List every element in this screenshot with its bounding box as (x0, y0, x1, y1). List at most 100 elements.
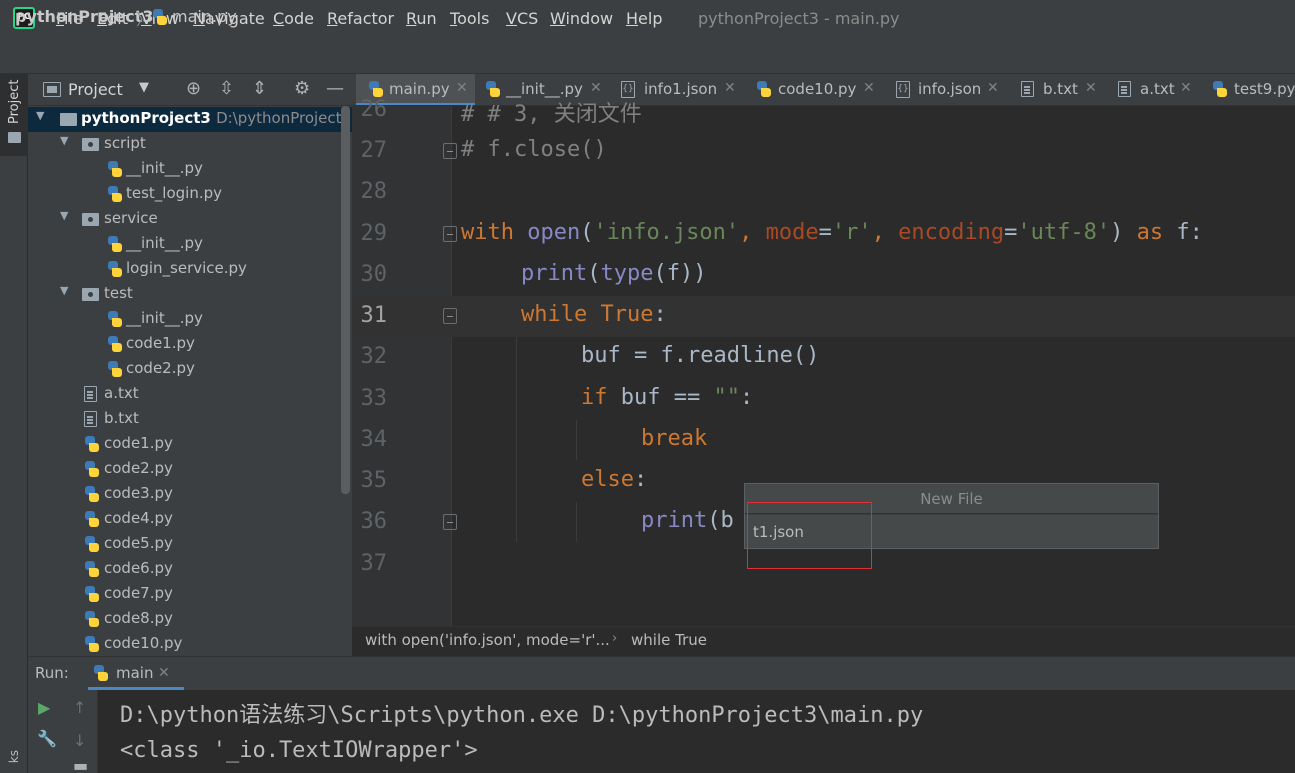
wrench-icon[interactable]: 🔧 (37, 729, 57, 748)
folder-icon (8, 132, 21, 143)
menu-run[interactable]: Run (406, 9, 437, 28)
tree-file[interactable]: a.txt (28, 382, 352, 407)
python-file-icon (107, 311, 123, 327)
python-file-icon (93, 665, 109, 681)
line-number: 35 (360, 468, 388, 493)
close-icon[interactable]: ✕ (158, 665, 170, 681)
tree-file[interactable]: __init__.py (28, 232, 352, 257)
project-tool-window-label[interactable]: Project (7, 80, 22, 124)
close-icon[interactable]: ✕ (1085, 80, 1097, 96)
menu-vcs[interactable]: VCS (506, 9, 538, 28)
tab-info-json[interactable]: {} info.json ✕ (884, 74, 1009, 105)
tree-root-path: D:\pythonProject3 (216, 109, 352, 127)
breadcrumb-file[interactable]: main.py (172, 7, 237, 26)
collapse-all-icon[interactable]: ⇕ (252, 78, 267, 99)
arrow-down-icon[interactable]: ↓ (73, 731, 86, 750)
arrow-up-icon[interactable]: ↑ (73, 698, 86, 717)
tree-item-label: code2.py (104, 459, 173, 477)
tree-file[interactable]: __init__.py (28, 307, 352, 332)
close-icon[interactable]: ✕ (724, 80, 736, 96)
fold-marker-icon[interactable] (443, 308, 457, 324)
navigation-bar (0, 38, 1295, 74)
chevron-down-icon[interactable]: ▼ (36, 109, 44, 122)
menu-refactor[interactable]: Refactor (327, 9, 394, 28)
tree-file[interactable]: code10.py (28, 632, 352, 656)
chevron-down-icon[interactable]: ▼ (139, 80, 149, 95)
code-line-34: break (641, 426, 708, 451)
close-icon[interactable]: ✕ (863, 80, 875, 96)
tree-root-project[interactable]: ▼ pythonProject3 D:\pythonProject3 (28, 107, 352, 132)
package-folder-icon (82, 138, 99, 151)
menu-window[interactable]: Window (550, 9, 613, 28)
tree-folder-service[interactable]: ▼ service (28, 207, 352, 232)
breadcrumb-project[interactable]: pythonProject3 (15, 7, 154, 26)
breadcrumb-separator: 〉 (136, 10, 153, 29)
code-line-31: while True: (521, 302, 667, 327)
tree-folder-test[interactable]: ▼ test (28, 282, 352, 307)
locate-file-icon[interactable]: ⊕ (186, 78, 201, 99)
chevron-down-icon[interactable]: ▼ (60, 134, 68, 147)
tree-item-label: __init__.py (126, 159, 203, 177)
tree-file[interactable]: code2.py (28, 357, 352, 382)
code-line-29: with open('info.json', mode='r', encodin… (461, 220, 1203, 245)
tree-folder-script[interactable]: ▼ script (28, 132, 352, 157)
tab-b-txt[interactable]: b.txt ✕ (1009, 74, 1106, 105)
fold-marker-icon[interactable] (443, 514, 457, 530)
tree-file[interactable]: b.txt (28, 407, 352, 432)
tree-file[interactable]: code1.py (28, 332, 352, 357)
python-file-icon (107, 236, 123, 252)
project-view-selector[interactable]: Project (68, 80, 123, 99)
hide-panel-icon[interactable]: — (326, 78, 344, 99)
tab-code10-py[interactable]: code10.py ✕ (746, 74, 884, 105)
tree-file[interactable]: code2.py (28, 457, 352, 482)
tree-file[interactable]: login_service.py (28, 257, 352, 282)
expand-all-icon[interactable]: ⇳ (219, 78, 234, 99)
tree-file[interactable]: code3.py (28, 482, 352, 507)
chevron-down-icon[interactable]: ▼ (60, 209, 68, 222)
indent-guide (516, 337, 517, 542)
tree-file[interactable]: test_login.py (28, 182, 352, 207)
breadcrumb-scope[interactable]: while True (631, 631, 707, 649)
package-folder-icon (82, 288, 99, 301)
rerun-icon[interactable]: ▶ (38, 698, 50, 717)
soft-wrap-icon[interactable]: ▬ (73, 756, 88, 773)
tree-file[interactable]: code4.py (28, 507, 352, 532)
chevron-down-icon[interactable]: ▼ (60, 284, 68, 297)
folder-icon (60, 113, 77, 126)
tree-file[interactable]: code8.py (28, 607, 352, 632)
close-icon[interactable]: ✕ (1180, 80, 1192, 96)
new-file-name-input[interactable] (745, 515, 1158, 548)
project-tree-scrollbar[interactable] (341, 106, 350, 494)
tree-item-label: test_login.py (126, 184, 223, 202)
fold-marker-icon[interactable] (443, 143, 457, 159)
tree-file[interactable]: code6.py (28, 557, 352, 582)
tab-test9-py[interactable]: test9.py (1203, 74, 1295, 105)
json-file-icon: {} (896, 81, 910, 98)
python-file-icon (107, 336, 123, 352)
tree-file[interactable]: __init__.py (28, 157, 352, 182)
line-number: 32 (360, 344, 388, 369)
code-line-32: buf = f.readline() (581, 343, 820, 368)
breadcrumb-context[interactable]: with open('info.json', mode='r'... (365, 631, 610, 649)
close-icon[interactable]: ✕ (590, 80, 602, 96)
bookmarks-tool-window-label[interactable]: ks (7, 750, 21, 763)
fold-marker-icon[interactable] (443, 226, 457, 242)
new-file-title: New File (745, 484, 1158, 514)
project-tree: ▼ pythonProject3 D:\pythonProject3 ▼ scr… (28, 106, 352, 656)
tab-label: test9.py (1234, 80, 1295, 98)
close-icon[interactable]: ✕ (987, 80, 999, 96)
close-icon[interactable]: ✕ (456, 80, 468, 96)
menu-tools[interactable]: Tools (450, 9, 489, 28)
code-line-30: print(type(f)) (521, 261, 707, 286)
tree-file[interactable]: code1.py (28, 432, 352, 457)
tab-label: info.json (918, 80, 982, 98)
menu-help[interactable]: Help (626, 9, 662, 28)
tree-file[interactable]: code7.py (28, 582, 352, 607)
menu-code[interactable]: Code (273, 9, 314, 28)
tree-item-label: a.txt (104, 384, 139, 402)
current-line-highlight (352, 296, 1295, 337)
tab-a-txt[interactable]: a.txt ✕ (1106, 74, 1203, 105)
gear-icon[interactable]: ⚙ (294, 78, 310, 99)
tree-item-label: code4.py (104, 509, 173, 527)
tree-file[interactable]: code5.py (28, 532, 352, 557)
